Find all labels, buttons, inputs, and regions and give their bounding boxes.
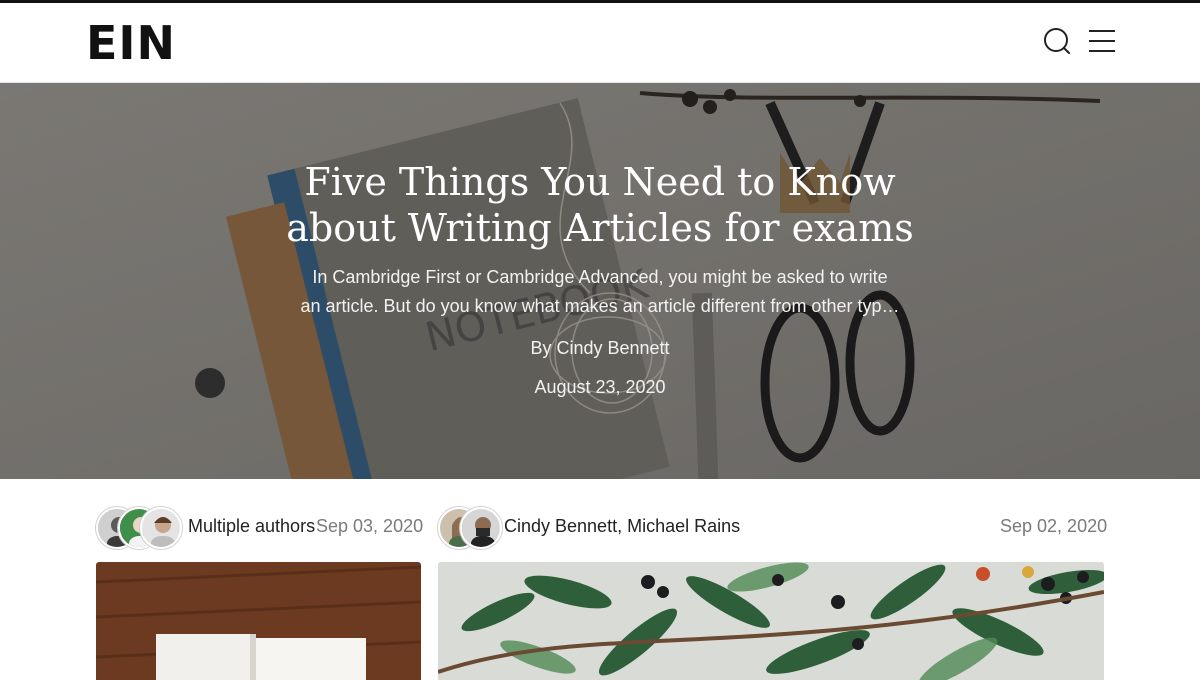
site-logo[interactable]: EIN bbox=[86, 17, 176, 69]
search-icon bbox=[1044, 28, 1070, 54]
search-button[interactable] bbox=[1041, 25, 1073, 57]
post-authors[interactable]: Multiple authors bbox=[188, 515, 315, 537]
menu-icon bbox=[1089, 30, 1115, 52]
hero-author[interactable]: By Cindy Bennett bbox=[400, 338, 800, 359]
post-date: Sep 03, 2020 bbox=[316, 516, 424, 536]
hero-date: August 23, 2020 bbox=[534, 377, 666, 397]
post-thumbnail[interactable] bbox=[96, 562, 421, 680]
avatar[interactable] bbox=[460, 507, 502, 549]
post-thumbnail[interactable] bbox=[438, 562, 1104, 680]
hero-excerpt: In Cambridge First or Cambridge Advanced… bbox=[300, 267, 900, 316]
hero-title[interactable]: Five Things You Need to Know about Writi… bbox=[250, 159, 950, 251]
post-authors[interactable]: Cindy Bennett, Michael Rains bbox=[504, 515, 740, 537]
menu-button[interactable] bbox=[1086, 25, 1118, 57]
site-header: EIN bbox=[0, 3, 1200, 83]
hero-featured-post[interactable]: NOTEBOOK Five Things You Need to Know ab… bbox=[0, 83, 1200, 479]
avatar[interactable] bbox=[140, 507, 182, 549]
post-date: Sep 02, 2020 bbox=[1000, 516, 1108, 536]
